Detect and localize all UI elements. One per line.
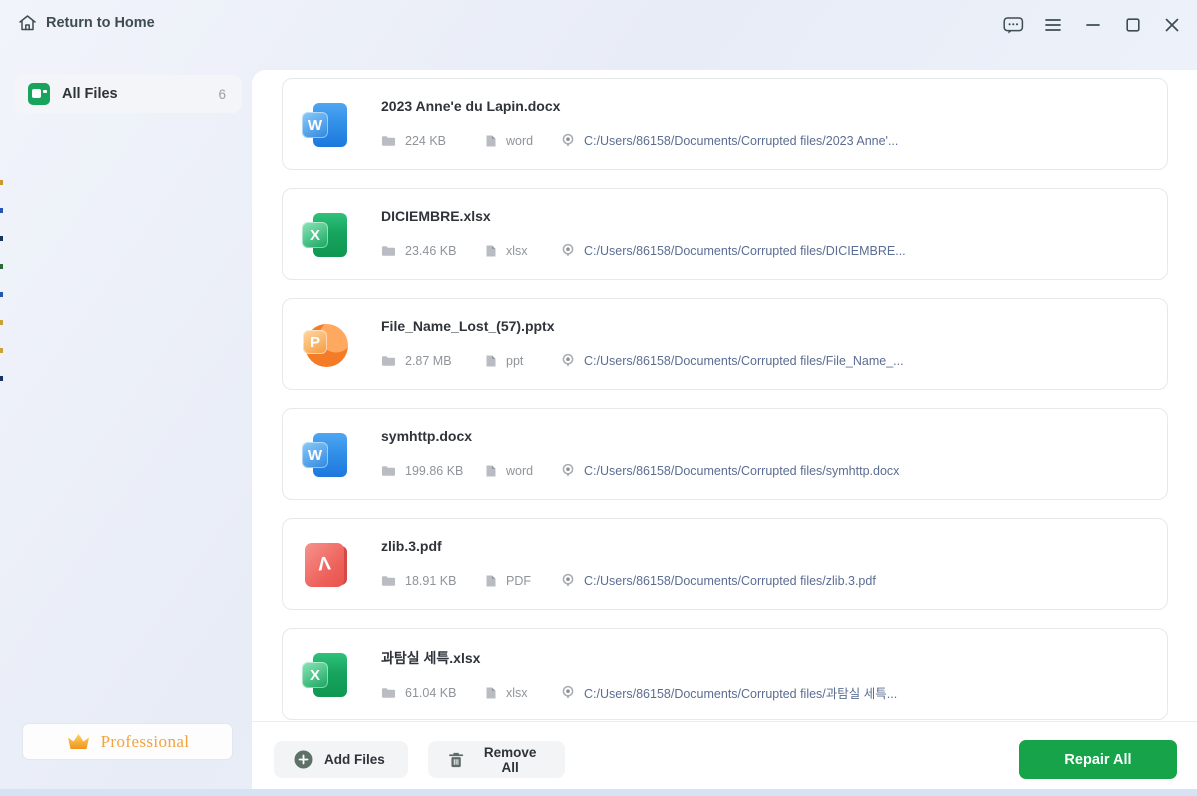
pdf-file-icon (301, 541, 349, 589)
file-list: 2023 Anne'e du Lapin.docx 224 KB word C:… (252, 70, 1197, 722)
file-card-6[interactable]: 과탐실 세특.xlsx 61.04 KB xlsx C:/Users/86158… (282, 628, 1168, 720)
minimize-icon (1086, 23, 1100, 27)
close-button[interactable] (1157, 11, 1187, 39)
remove-all-label: Remove All (475, 745, 545, 775)
file-type-icon (484, 244, 497, 258)
word-file-icon (301, 101, 349, 149)
file-type-icon (484, 134, 497, 148)
folder-icon (381, 464, 396, 477)
file-type: word (506, 464, 533, 478)
file-type: xlsx (506, 244, 528, 258)
folder-icon (381, 244, 396, 257)
file-path: C:/Users/86158/Documents/Corrupted files… (584, 244, 906, 258)
file-type-icon (484, 574, 497, 588)
sidebar-item-all-files[interactable]: All Files 6 (14, 75, 242, 113)
word-file-icon (301, 431, 349, 479)
add-files-label: Add Files (324, 752, 385, 767)
location-pin-icon (561, 463, 575, 478)
folder-icon (381, 574, 396, 587)
file-type-icon (484, 354, 497, 368)
file-path: C:/Users/86158/Documents/Corrupted files… (584, 683, 897, 702)
file-card-4[interactable]: symhttp.docx 199.86 KB word C:/Users/861… (282, 408, 1168, 500)
powerpoint-file-icon (301, 321, 349, 369)
professional-label: Professional (101, 732, 190, 752)
plus-circle-icon (294, 750, 313, 769)
file-type-icon (484, 464, 497, 478)
file-type: PDF (506, 574, 531, 588)
close-icon (1165, 18, 1179, 32)
location-pin-icon (561, 353, 575, 368)
trash-icon (448, 751, 464, 769)
file-size: 199.86 KB (405, 464, 463, 478)
file-type: word (506, 134, 533, 148)
file-path: C:/Users/86158/Documents/Corrupted files… (584, 354, 904, 368)
location-pin-icon (561, 573, 575, 588)
main-panel: 2023 Anne'e du Lapin.docx 224 KB word C:… (252, 70, 1197, 789)
all-files-icon (28, 83, 50, 105)
title-bar: Return to Home (0, 0, 1197, 52)
file-name: File_Name_Lost_(57).pptx (381, 318, 555, 334)
file-card-2[interactable]: DICIEMBRE.xlsx 23.46 KB xlsx C:/Users/86… (282, 188, 1168, 280)
file-name: zlib.3.pdf (381, 538, 442, 554)
file-name: 2023 Anne'e du Lapin.docx (381, 98, 560, 114)
file-size: 18.91 KB (405, 574, 456, 588)
return-to-home-label: Return to Home (46, 15, 155, 31)
window-bottom-edge (0, 789, 1197, 796)
location-pin-icon (561, 243, 575, 258)
crown-icon (66, 732, 91, 751)
folder-icon (381, 686, 396, 699)
all-files-label: All Files (62, 86, 218, 102)
folder-icon (381, 354, 396, 367)
file-name: DICIEMBRE.xlsx (381, 208, 491, 224)
excel-file-icon (301, 211, 349, 259)
return-to-home-button[interactable]: Return to Home (18, 14, 155, 32)
maximize-button[interactable] (1118, 11, 1148, 39)
hamburger-menu-icon (1044, 18, 1062, 32)
file-name: 과탐실 세특.xlsx (381, 648, 480, 668)
file-type: xlsx (506, 686, 528, 700)
all-files-count-badge: 6 (218, 87, 226, 102)
file-card-1[interactable]: 2023 Anne'e du Lapin.docx 224 KB word C:… (282, 78, 1168, 170)
excel-file-icon (301, 651, 349, 699)
professional-upgrade-button[interactable]: Professional (22, 723, 233, 760)
add-files-button[interactable]: Add Files (274, 741, 408, 778)
file-type-icon (484, 686, 497, 700)
home-icon (18, 14, 37, 32)
file-path: C:/Users/86158/Documents/Corrupted files… (584, 134, 898, 148)
minimize-button[interactable] (1078, 11, 1108, 39)
maximize-icon (1126, 18, 1140, 32)
file-type: ppt (506, 354, 523, 368)
folder-icon (381, 134, 396, 147)
repair-all-label: Repair All (1064, 752, 1131, 768)
menu-button[interactable] (1038, 11, 1068, 39)
file-name: symhttp.docx (381, 428, 472, 444)
repair-all-button[interactable]: Repair All (1019, 740, 1177, 779)
file-card-5[interactable]: zlib.3.pdf 18.91 KB PDF C:/Users/86158/D… (282, 518, 1168, 610)
file-size: 2.87 MB (405, 354, 452, 368)
feedback-chat-button[interactable] (998, 11, 1028, 39)
action-bar: Add Files Remove All Repair All (252, 721, 1197, 789)
desktop-edge-artifacts (0, 180, 4, 410)
chat-bubble-icon (1003, 16, 1024, 35)
file-size: 61.04 KB (405, 686, 456, 700)
remove-all-button[interactable]: Remove All (428, 741, 565, 778)
file-path: C:/Users/86158/Documents/Corrupted files… (584, 574, 876, 588)
file-card-3[interactable]: File_Name_Lost_(57).pptx 2.87 MB ppt C:/… (282, 298, 1168, 390)
location-pin-icon (561, 685, 575, 700)
location-pin-icon (561, 133, 575, 148)
file-size: 224 KB (405, 134, 446, 148)
file-path: C:/Users/86158/Documents/Corrupted files… (584, 464, 899, 478)
file-size: 23.46 KB (405, 244, 456, 258)
